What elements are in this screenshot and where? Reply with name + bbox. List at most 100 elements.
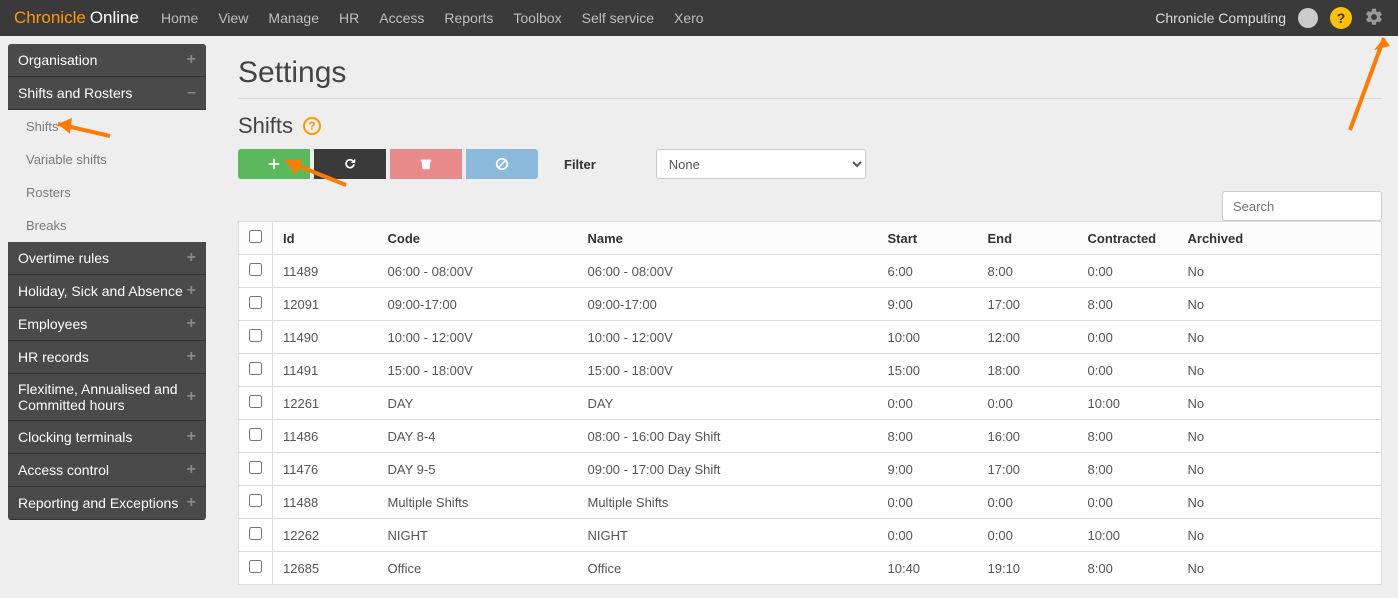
info-icon[interactable]: ?: [303, 117, 321, 135]
gear-icon[interactable]: [1364, 7, 1384, 30]
sidebar-label: Holiday, Sick and Absence: [18, 283, 183, 299]
brand-part1: Chronicle: [14, 8, 86, 27]
col-id[interactable]: Id: [273, 222, 378, 255]
disable-button[interactable]: [466, 149, 538, 179]
nav-selfservice[interactable]: Self service: [582, 10, 654, 26]
row-checkbox[interactable]: [249, 560, 262, 573]
cell-start: 6:00: [878, 255, 978, 288]
row-checkbox-cell: [239, 288, 273, 321]
top-nav: ChronicleOnline Home View Manage HR Acce…: [0, 0, 1398, 36]
cell-id: 11476: [273, 453, 378, 486]
cell-archived: No: [1178, 321, 1382, 354]
nav-xero[interactable]: Xero: [674, 10, 704, 26]
cell-id: 11491: [273, 354, 378, 387]
sidebar-item-employees[interactable]: Employees +: [8, 308, 206, 341]
cell-name: 08:00 - 16:00 Day Shift: [578, 420, 878, 453]
delete-button[interactable]: [390, 149, 462, 179]
table-row[interactable]: 12685OfficeOffice10:4019:108:00No: [239, 552, 1382, 585]
nav-access[interactable]: Access: [379, 10, 424, 26]
cell-start: 10:00: [878, 321, 978, 354]
expand-icon: +: [187, 388, 196, 406]
row-checkbox-cell: [239, 552, 273, 585]
section-title: Shifts: [238, 113, 293, 139]
nav-toolbox[interactable]: Toolbox: [513, 10, 561, 26]
sidebar-item-organisation[interactable]: Organisation+: [8, 44, 206, 77]
row-checkbox[interactable]: [249, 494, 262, 507]
col-contracted[interactable]: Contracted: [1078, 222, 1178, 255]
sidebar-submenu: Shifts Variable shifts Rosters Breaks: [8, 110, 206, 242]
sidebar-item-hr-records[interactable]: HR records+: [8, 341, 206, 374]
table-row[interactable]: 1149010:00 - 12:00V10:00 - 12:00V10:0012…: [239, 321, 1382, 354]
sidebar-sub-shifts[interactable]: Shifts: [8, 110, 206, 143]
sidebar-item-holiday[interactable]: Holiday, Sick and Absence+: [8, 275, 206, 308]
sidebar-label: Clocking terminals: [18, 429, 132, 445]
nav-links: Home View Manage HR Access Reports Toolb…: [161, 10, 704, 26]
account-name[interactable]: Chronicle Computing: [1155, 10, 1286, 26]
refresh-button[interactable]: [314, 149, 386, 179]
table-row[interactable]: 12262NIGHTNIGHT0:000:0010:00No: [239, 519, 1382, 552]
row-checkbox[interactable]: [249, 296, 262, 309]
sidebar-item-overtime[interactable]: Overtime rules+: [8, 242, 206, 275]
nav-view[interactable]: View: [218, 10, 248, 26]
select-all-checkbox[interactable]: [249, 230, 262, 243]
cell-archived: No: [1178, 387, 1382, 420]
brand-logo: ChronicleOnline: [14, 8, 139, 28]
cell-id: 12261: [273, 387, 378, 420]
table-row[interactable]: 12261DAYDAY0:000:0010:00No: [239, 387, 1382, 420]
table-row[interactable]: 11488Multiple ShiftsMultiple Shifts0:000…: [239, 486, 1382, 519]
cell-name: 10:00 - 12:00V: [578, 321, 878, 354]
sidebar-sub-variable-shifts[interactable]: Variable shifts: [8, 143, 206, 176]
nav-manage[interactable]: Manage: [268, 10, 319, 26]
table-row[interactable]: 11486DAY 8-408:00 - 16:00 Day Shift8:001…: [239, 420, 1382, 453]
add-button[interactable]: [238, 149, 310, 179]
cell-name: Office: [578, 552, 878, 585]
col-start[interactable]: Start: [878, 222, 978, 255]
sidebar-item-shifts-rosters[interactable]: Shifts and Rosters–: [8, 77, 206, 110]
row-checkbox-cell: [239, 453, 273, 486]
sidebar-item-reporting[interactable]: Reporting and Exceptions+: [8, 487, 206, 520]
sidebar-item-clocking[interactable]: Clocking terminals+: [8, 421, 206, 454]
cell-code: DAY: [378, 387, 578, 420]
col-name[interactable]: Name: [578, 222, 878, 255]
sidebar-item-access-control[interactable]: Access control+: [8, 454, 206, 487]
row-checkbox[interactable]: [249, 329, 262, 342]
sidebar-label: Employees: [18, 316, 87, 332]
avatar-icon[interactable]: [1298, 8, 1318, 28]
col-end[interactable]: End: [978, 222, 1078, 255]
cell-end: 17:00: [978, 453, 1078, 486]
cell-code: DAY 8-4: [378, 420, 578, 453]
table-row[interactable]: 1148906:00 - 08:00V06:00 - 08:00V6:008:0…: [239, 255, 1382, 288]
row-checkbox[interactable]: [249, 395, 262, 408]
col-code[interactable]: Code: [378, 222, 578, 255]
cell-start: 0:00: [878, 387, 978, 420]
nav-home[interactable]: Home: [161, 10, 198, 26]
sidebar-item-flexitime[interactable]: Flexitime, Annualised and Committed hour…: [8, 374, 206, 421]
cell-archived: No: [1178, 288, 1382, 321]
filter-select[interactable]: None: [656, 149, 866, 179]
cell-contracted: 10:00: [1078, 387, 1178, 420]
shifts-table: Id Code Name Start End Contracted Archiv…: [238, 221, 1382, 585]
row-checkbox[interactable]: [249, 461, 262, 474]
row-checkbox[interactable]: [249, 428, 262, 441]
nav-reports[interactable]: Reports: [444, 10, 493, 26]
table-row[interactable]: 11476DAY 9-509:00 - 17:00 Day Shift9:001…: [239, 453, 1382, 486]
cell-start: 0:00: [878, 486, 978, 519]
cell-contracted: 0:00: [1078, 321, 1178, 354]
sidebar-sub-rosters[interactable]: Rosters: [8, 176, 206, 209]
row-checkbox[interactable]: [249, 263, 262, 276]
row-checkbox[interactable]: [249, 362, 262, 375]
cell-name: DAY: [578, 387, 878, 420]
sidebar-label: Flexitime, Annualised and Committed hour…: [18, 381, 187, 413]
col-archived[interactable]: Archived: [1178, 222, 1382, 255]
expand-icon: +: [187, 315, 196, 333]
help-icon[interactable]: ?: [1330, 7, 1352, 29]
row-checkbox[interactable]: [249, 527, 262, 540]
row-checkbox-cell: [239, 519, 273, 552]
search-input[interactable]: [1222, 191, 1382, 221]
sidebar: Organisation+ Shifts and Rosters– Shifts…: [0, 36, 206, 598]
sidebar-sub-breaks[interactable]: Breaks: [8, 209, 206, 242]
cell-archived: No: [1178, 519, 1382, 552]
nav-hr[interactable]: HR: [339, 10, 359, 26]
table-row[interactable]: 1209109:00-17:0009:00-17:009:0017:008:00…: [239, 288, 1382, 321]
table-row[interactable]: 1149115:00 - 18:00V15:00 - 18:00V15:0018…: [239, 354, 1382, 387]
